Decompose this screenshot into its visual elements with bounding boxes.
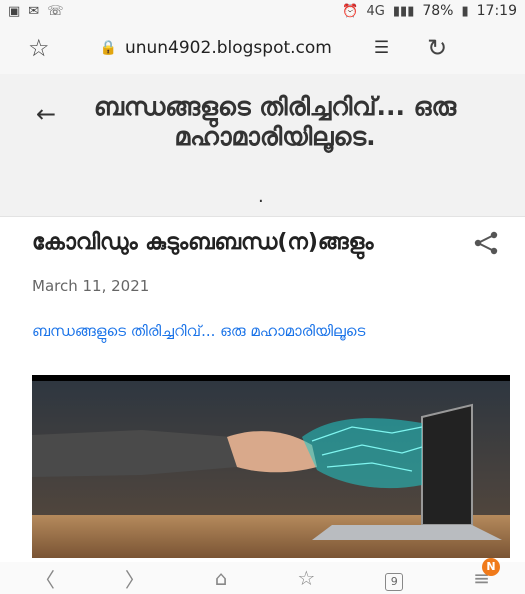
share-icon[interactable]: [472, 230, 500, 256]
post-title: കോവിഡും കുടുംബബന്ധ(ന)ങ്ങളും: [32, 230, 374, 255]
lock-icon: 🔒: [99, 40, 117, 56]
back-arrow-icon[interactable]: ←: [36, 100, 56, 128]
post-link[interactable]: ബന്ധങ്ങളുടെ തിരിച്ചറിവ്... ഒരു മഹാമാരിയി…: [32, 321, 502, 341]
alarm-icon: ⏰: [342, 3, 359, 19]
back-nav-icon[interactable]: 〈: [35, 564, 55, 593]
reader-mode-icon[interactable]: ☰: [374, 38, 389, 58]
home-icon[interactable]: ⌂: [215, 566, 228, 590]
menu-icon[interactable]: ≡ N: [473, 558, 500, 590]
notification-badge: N: [481, 558, 500, 576]
clock: 17:19: [476, 3, 517, 19]
post-image: [32, 375, 510, 558]
network-type: 4G: [366, 3, 385, 19]
post-date: March 11, 2021: [32, 277, 150, 295]
mail-notification-icon: ✉: [28, 3, 40, 19]
blog-title[interactable]: ബന്ധങ്ങളുടെ തിരിച്ചറിവ്... ഒരു മഹാമാരിയി…: [80, 92, 470, 152]
handshake-laptop-illustration: [32, 375, 510, 558]
phone-notification-icon: ☏: [47, 3, 64, 19]
bookmark-star-icon[interactable]: ☆: [28, 34, 50, 62]
status-bar: ▣ ✉ ☏ ⏰ 4G ▮▮▮ 78% ▮ 17:19: [0, 0, 525, 22]
forward-nav-icon[interactable]: 〉: [125, 564, 145, 593]
blog-header: ← ബന്ധങ്ങളുടെ തിരിച്ചറിവ്... ഒരു മഹാമാരി…: [0, 74, 525, 217]
reload-icon[interactable]: ↻: [427, 34, 447, 62]
status-left: ▣ ✉ ☏: [8, 4, 63, 19]
tab-count: 9: [385, 572, 404, 591]
image-notification-icon: ▣: [8, 3, 21, 19]
status-right: ⏰ 4G ▮▮▮ 78% ▮ 17:19: [342, 3, 517, 19]
signal-icon: ▮▮▮: [392, 3, 415, 19]
url-field[interactable]: 🔒 unun4902.blogspot.com: [100, 38, 332, 58]
tabs-icon[interactable]: 9: [385, 566, 404, 591]
bookmarks-icon[interactable]: ☆: [297, 566, 315, 590]
battery-icon: ▮: [461, 3, 469, 19]
url-text: unun4902.blogspot.com: [124, 38, 332, 58]
battery-percent: 78%: [422, 3, 454, 19]
browser-bottom-bar: 〈 〉 ⌂ ☆ 9 ≡ N: [0, 558, 525, 594]
title-dot: .: [258, 186, 264, 207]
post: കോവിഡും കുടുംബബന്ധ(ന)ങ്ങളും March 11, 20…: [32, 220, 502, 341]
browser-address-bar: ☆ 🔒 unun4902.blogspot.com ☰ ↻: [0, 22, 525, 74]
